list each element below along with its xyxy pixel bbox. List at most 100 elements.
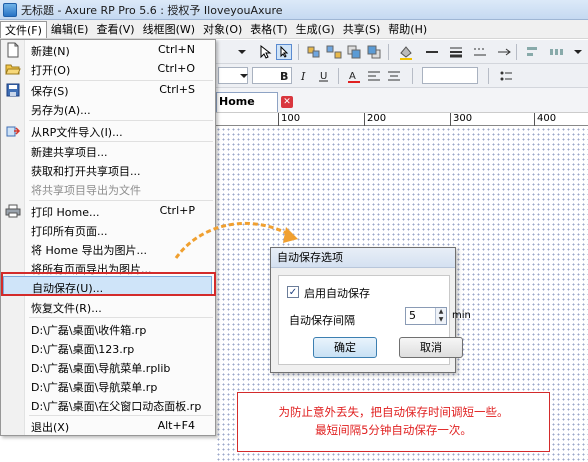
menu-share[interactable]: 共享(S) [339, 21, 385, 38]
distribute-icon[interactable] [548, 44, 564, 60]
highlight-frame [1, 272, 216, 296]
new-file-icon [7, 42, 19, 58]
bring-front-icon[interactable] [346, 44, 362, 60]
align-left-icon[interactable] [366, 68, 382, 84]
note-line-2: 最短间隔5分钟自动保存一次。 [315, 423, 472, 437]
font-color-icon[interactable]: A [346, 68, 362, 84]
menu-item-new-shared[interactable]: 新建共享项目... [1, 142, 215, 160]
toolbar-main [216, 40, 588, 64]
menu-item-import-rp[interactable]: 从RP文件导入(I)... [1, 122, 215, 140]
arrow-style-icon[interactable] [496, 44, 512, 60]
ruler-tick-200: 200 [364, 113, 386, 126]
interval-value: 5 [409, 309, 416, 322]
menu-separator [29, 120, 213, 121]
send-back-icon[interactable] [366, 44, 382, 60]
interval-stepper[interactable]: 5 ▲ ▼ [405, 307, 447, 325]
interval-label: 自动保存间隔 [289, 314, 355, 327]
pointer-select-icon[interactable] [258, 44, 274, 60]
toolbar-separator [338, 68, 339, 84]
ruler-tick-300: 300 [450, 113, 472, 126]
menu-separator [29, 317, 213, 318]
horizontal-ruler: 100 200 300 400 [216, 112, 588, 126]
page-tab-bar: Home ✕ [216, 88, 588, 112]
menu-object[interactable]: 对象(O) [199, 21, 246, 38]
bullet-icon[interactable] [498, 68, 514, 84]
menu-item-get-shared[interactable]: 获取和打开共享项目... [1, 161, 215, 179]
ungroup-icon[interactable] [326, 44, 342, 60]
menu-item-print-all[interactable]: 打印所有页面... [1, 221, 215, 239]
bold-icon[interactable]: B [276, 68, 292, 84]
menu-item-recent-4[interactable]: D:\广磊\桌面\导航菜单.rp [1, 377, 215, 395]
tab-home[interactable]: Home ✕ [216, 92, 293, 112]
ok-button[interactable]: 确定 [313, 337, 377, 358]
menu-separator [29, 415, 213, 416]
align-center-icon[interactable] [386, 68, 402, 84]
italic-icon[interactable]: I [296, 68, 312, 84]
menu-table[interactable]: 表格(T) [246, 21, 291, 38]
enable-auto-save-checkbox[interactable]: ✓ [287, 286, 299, 298]
ruler-tick-400: 400 [534, 113, 556, 126]
dialog-title: 自动保存选项 [271, 248, 455, 268]
menu-item-recent-3[interactable]: D:\广磊\桌面\导航菜单.rplib [1, 358, 215, 376]
toolbar-separator [516, 44, 517, 60]
enable-auto-save-label: 启用自动保存 [304, 287, 370, 300]
line-style-icon[interactable] [472, 44, 488, 60]
ruler-tick-100: 100 [278, 113, 300, 126]
line-color-icon[interactable] [424, 44, 440, 60]
underline-icon[interactable]: U [316, 68, 332, 84]
menu-item-new[interactable]: 新建(N) Ctrl+N [1, 41, 215, 59]
file-menu-dropdown: 新建(N) Ctrl+N 打开(O) Ctrl+O 保存(S) Ctrl+S 另… [0, 39, 216, 436]
chevron-down-icon[interactable] [234, 44, 250, 60]
menu-item-export-home-image[interactable]: 将 Home 导出为图片... [1, 240, 215, 258]
stepper-arrows-icon[interactable]: ▲ ▼ [435, 308, 446, 324]
window-title: 无标题 - Axure RP Pro 5.6 : 授权予 IloveyouAxu… [21, 3, 283, 17]
tab-home-label: Home [219, 95, 255, 108]
menu-generate[interactable]: 生成(G) [292, 21, 339, 38]
print-icon [5, 204, 21, 218]
annotation-note: 为防止意外丢失，把自动保存时间调短一些。 最短间隔5分钟自动保存一次。 [237, 392, 550, 452]
menu-edit[interactable]: 编辑(E) [47, 21, 93, 38]
menu-item-recent-2[interactable]: D:\广磊\桌面\123.rp [1, 339, 215, 357]
chevron-down-icon[interactable] [570, 44, 586, 60]
app-icon [3, 2, 17, 17]
chevron-down-icon[interactable] [236, 68, 252, 84]
toolbar-format: B I U A [216, 64, 588, 88]
menu-item-exit[interactable]: 退出(X) Alt+F4 [1, 417, 215, 435]
group-icon[interactable] [306, 44, 322, 60]
auto-save-dialog: 自动保存选项 ✓ 启用自动保存 自动保存间隔 5 ▲ ▼ 确定 取消 [270, 247, 463, 373]
menu-view[interactable]: 查看(V) [92, 21, 138, 38]
open-folder-icon [5, 64, 21, 75]
svg-text:I: I [300, 70, 306, 83]
align-icon[interactable] [524, 44, 540, 60]
line-weight-icon[interactable] [448, 44, 464, 60]
menu-item-save[interactable]: 保存(S) Ctrl+S [1, 81, 215, 99]
menu-wireframe[interactable]: 线框图(W) [139, 21, 199, 38]
menu-item-open[interactable]: 打开(O) Ctrl+O [1, 60, 215, 78]
menu-item-recent-1[interactable]: D:\广磊\桌面\收件箱.rp [1, 320, 215, 338]
pointer-contained-icon[interactable] [276, 44, 292, 60]
toolbar-separator [488, 68, 489, 84]
fill-color-icon[interactable] [398, 44, 414, 60]
interval-unit: min [452, 310, 471, 321]
toolbar-separator [298, 44, 299, 60]
toolbar-separator [412, 68, 413, 84]
menu-item-recent-5[interactable]: D:\广磊\桌面\在父窗口动态面板.rp [1, 396, 215, 414]
menu-file[interactable]: 文件(F) [0, 20, 47, 38]
save-icon [6, 83, 20, 97]
close-icon[interactable]: ✕ [281, 96, 293, 108]
menu-item-save-as[interactable]: 另存为(A)... [1, 100, 215, 118]
toolbar-separator [388, 44, 389, 60]
cancel-button[interactable]: 取消 [399, 337, 463, 358]
svg-text:B: B [280, 70, 288, 83]
menu-item-export-shared: 将共享项目导出为文件 [31, 184, 141, 197]
menu-help[interactable]: 帮助(H) [384, 21, 431, 38]
menu-item-print-home[interactable]: 打印 Home... Ctrl+P [1, 202, 215, 220]
menubar: 文件(F) 编辑(E) 查看(V) 线框图(W) 对象(O) 表格(T) 生成(… [0, 20, 588, 39]
menu-separator [29, 200, 213, 201]
svg-text:U: U [320, 71, 327, 82]
note-line-1: 为防止意外丢失，把自动保存时间调短一些。 [278, 405, 509, 419]
title-bar: 无标题 - Axure RP Pro 5.6 : 授权予 IloveyouAxu… [0, 0, 588, 20]
zoom-select[interactable] [422, 67, 478, 84]
svg-text:A: A [349, 71, 356, 82]
menu-item-recover[interactable]: 恢复文件(R)... [1, 298, 215, 316]
